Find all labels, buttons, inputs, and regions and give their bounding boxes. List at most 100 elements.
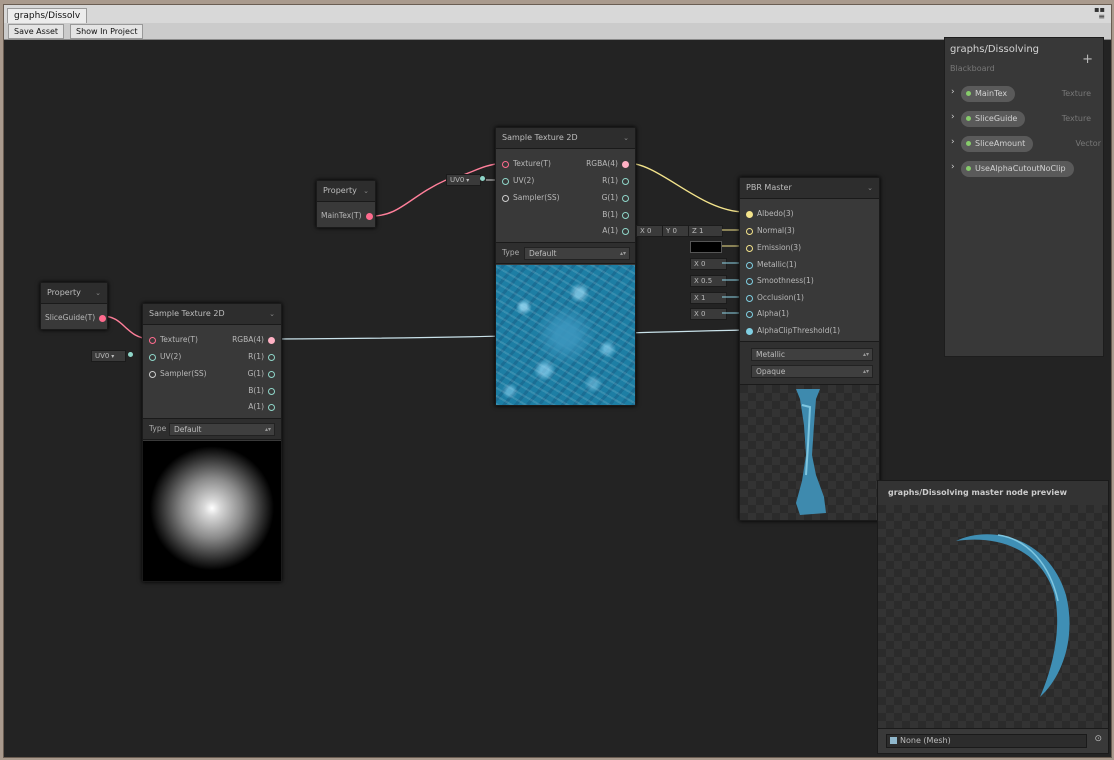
input-port-uv[interactable]: UV(2)	[498, 175, 534, 187]
port-dot-icon	[746, 310, 753, 318]
type-dropdown[interactable]: Default ▴▾	[169, 423, 275, 436]
node-title: Property ⌄	[41, 283, 107, 304]
node-title: Sample Texture 2D ⌄	[143, 304, 281, 325]
property-pill[interactable]: SliceGuide	[961, 111, 1026, 127]
input-port-alpha[interactable]: Alpha(1)	[742, 308, 789, 320]
sample-texture-node-left[interactable]: Sample Texture 2D ⌄ Texture(T) UV(2) Samp…	[142, 303, 282, 582]
output-port-b[interactable]: B(1)	[248, 385, 279, 397]
wire-rgba-to-albedo	[626, 162, 746, 213]
port-dot-icon	[502, 160, 509, 168]
type-row: Type Default ▴▾	[496, 242, 635, 264]
object-picker-icon[interactable]: ⊙	[1094, 734, 1102, 744]
emission-color-swatch[interactable]	[690, 241, 722, 253]
preview-title: graphs/Dissolving master node preview	[878, 481, 1108, 505]
port-dot-icon	[746, 227, 753, 235]
blackboard-property[interactable]: › SliceGuide Texture	[945, 110, 1103, 130]
output-port-g[interactable]: G(1)	[602, 192, 633, 204]
port-dot-icon	[268, 403, 275, 411]
node-title: PBR Master ⌄	[740, 178, 879, 199]
input-port-sampler[interactable]: Sampler(SS)	[498, 192, 560, 204]
property-node-maintex[interactable]: Property ⌄ MainTex(T)	[316, 180, 376, 228]
input-port-uv[interactable]: UV(2)	[145, 351, 181, 363]
input-port-texture[interactable]: Texture(T)	[498, 158, 551, 170]
pbr-master-node[interactable]: PBR Master ⌄ Albedo(3) Normal(3) Emission…	[739, 177, 880, 521]
normal-y-field[interactable]: Y 0	[662, 225, 689, 237]
surface-dropdown[interactable]: Opaque ▴▾	[751, 365, 873, 378]
sample-texture-node-top[interactable]: Sample Texture 2D ⌄ Texture(T) UV(2) Samp…	[495, 127, 636, 406]
input-port-texture[interactable]: Texture(T)	[145, 334, 198, 346]
port-dot-icon	[746, 327, 753, 335]
input-port-normal[interactable]: Normal(3)	[742, 225, 795, 237]
pbr-settings: Metallic ▴▾ Opaque ▴▾	[740, 341, 879, 385]
chevron-down-icon[interactable]: ⌄	[95, 283, 101, 303]
property-type: Vector	[1075, 139, 1102, 148]
mesh-field[interactable]: None (Mesh)	[886, 734, 1087, 748]
output-port-r[interactable]: R(1)	[248, 351, 279, 363]
output-port-r[interactable]: R(1)	[602, 175, 633, 187]
chevron-right-icon[interactable]: ›	[951, 162, 955, 172]
chevron-right-icon[interactable]: ›	[951, 137, 955, 147]
pbr-preview	[740, 385, 879, 520]
port-dot-icon	[268, 353, 275, 361]
dropdown-arrow-icon: ▴▾	[619, 250, 626, 257]
chevron-down-icon[interactable]: ⌄	[867, 178, 873, 198]
input-port-smoothness[interactable]: Smoothness(1)	[742, 275, 814, 287]
port-dot-icon	[149, 370, 156, 378]
uv-port-dot-icon	[480, 176, 485, 181]
input-port-occlusion[interactable]: Occlusion(1)	[742, 292, 804, 304]
blackboard-property[interactable]: › MainTex Texture	[945, 85, 1103, 105]
port-dot-icon	[502, 177, 509, 185]
input-port-metallic[interactable]: Metallic(1)	[742, 259, 797, 271]
property-pill[interactable]: MainTex	[961, 86, 1016, 102]
port-dot-icon	[149, 353, 156, 361]
port-dot-icon	[746, 277, 753, 285]
node-title: Sample Texture 2D ⌄	[496, 128, 635, 149]
chevron-down-icon[interactable]: ⌄	[269, 304, 275, 324]
input-port-emission[interactable]: Emission(3)	[742, 242, 801, 254]
texture-preview-radial	[143, 441, 281, 581]
blackboard-property[interactable]: › UseAlphaCutoutNoClip	[945, 160, 1103, 180]
port-dot-icon	[622, 227, 629, 235]
add-property-icon[interactable]: +	[1082, 52, 1093, 67]
property-node-sliceguide[interactable]: Property ⌄ SliceGuide(T)	[40, 282, 108, 330]
output-port-sliceguide[interactable]: SliceGuide(T)	[45, 312, 110, 324]
port-dot-icon	[622, 160, 629, 168]
dropdown-arrow-icon: ▴▾	[264, 426, 271, 433]
type-dropdown[interactable]: Default ▴▾	[524, 247, 630, 260]
blackboard-title: graphs/Dissolving	[950, 44, 1040, 55]
input-port-albedo[interactable]: Albedo(3)	[742, 208, 794, 220]
input-port-alphaclip[interactable]: AlphaClipThreshold(1)	[742, 325, 840, 337]
normal-z-field[interactable]: Z 1	[688, 225, 723, 237]
output-port-a[interactable]: A(1)	[248, 401, 279, 413]
output-port-a[interactable]: A(1)	[602, 225, 633, 237]
port-dot-icon	[746, 244, 753, 252]
workflow-dropdown[interactable]: Metallic ▴▾	[751, 348, 873, 361]
dropdown-arrow-icon: ▴▾	[862, 351, 869, 358]
uv-input-field-left[interactable]: UV0 ▾	[91, 350, 126, 362]
property-pill[interactable]: UseAlphaCutoutNoClip	[961, 161, 1074, 177]
port-dot-icon[interactable]	[365, 212, 373, 220]
blackboard-property[interactable]: › SliceAmount Vector	[945, 135, 1103, 155]
uv-input-field-top[interactable]: UV0 ▾	[446, 174, 481, 186]
chevron-right-icon[interactable]: ›	[951, 87, 955, 97]
port-dot-icon	[622, 211, 629, 219]
property-type: Texture	[1061, 89, 1091, 98]
normal-x-field[interactable]: X 0	[636, 225, 663, 237]
output-port-rgba[interactable]: RGBA(4)	[232, 334, 279, 346]
node-title: Property ⌄	[317, 181, 375, 202]
property-pill[interactable]: SliceAmount	[961, 136, 1034, 152]
chevron-down-icon[interactable]: ⌄	[363, 181, 369, 201]
chevron-down-icon[interactable]: ⌄	[623, 128, 629, 148]
blackboard-panel: graphs/Dissolving Blackboard + › MainTex…	[944, 37, 1104, 357]
output-port-rgba[interactable]: RGBA(4)	[586, 158, 633, 170]
output-port-g[interactable]: G(1)	[248, 368, 279, 380]
port-dot-icon	[268, 336, 275, 344]
output-port-b[interactable]: B(1)	[602, 209, 633, 221]
output-port-maintex[interactable]: MainTex(T)	[321, 210, 377, 222]
chevron-right-icon[interactable]: ›	[951, 112, 955, 122]
preview-viewport[interactable]	[878, 505, 1108, 728]
port-dot-icon[interactable]	[99, 314, 107, 322]
port-dot-icon	[746, 294, 753, 302]
preview-mesh-shape	[956, 534, 1070, 697]
input-port-sampler[interactable]: Sampler(SS)	[145, 368, 207, 380]
